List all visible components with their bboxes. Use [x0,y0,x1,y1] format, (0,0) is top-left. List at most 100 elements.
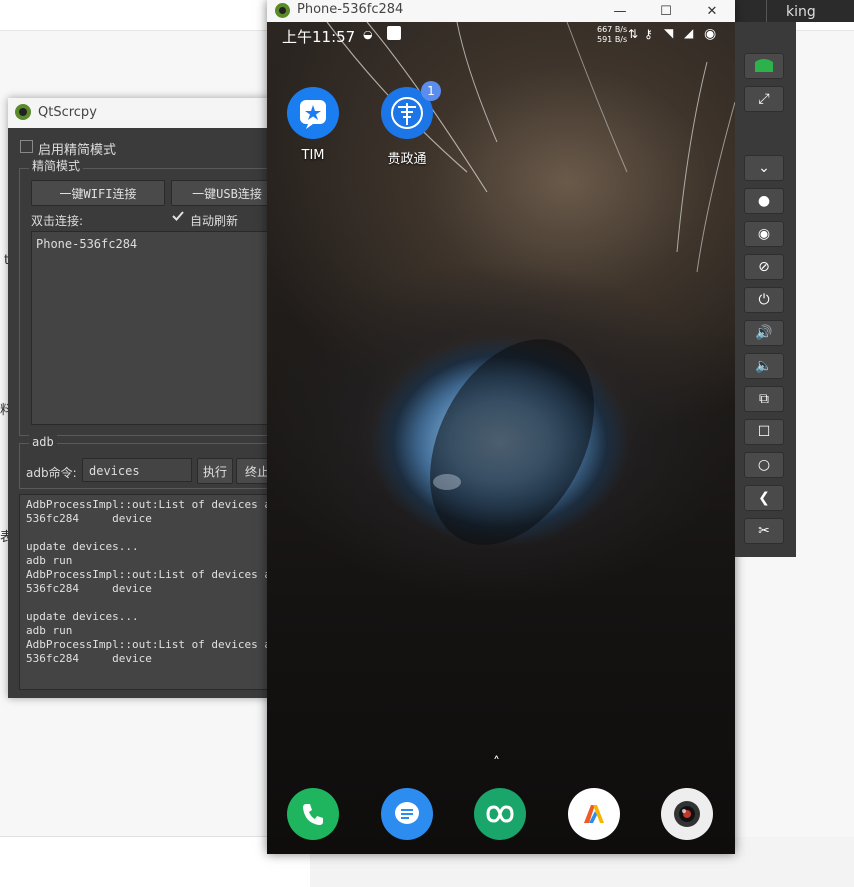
camera-icon[interactable] [661,788,713,840]
status-bar: 上午11:57 ◒ 667 B/s 591 B/s ⇅ ⚷ ◥ ◢ ◉ [267,22,735,48]
background-user-name[interactable]: king [786,4,816,20]
power-icon: ⏻ [758,292,770,308]
network-speed: 667 B/s 591 B/s [597,25,627,45]
log-line: AdbProcessImpl::out:List of devices atta… [26,638,280,651]
guizhengtong-icon: 1 [381,81,441,139]
wifi-icon: ◥ [664,26,674,40]
key-icon: ⚷ [644,27,653,41]
signal-icon: ◢ [684,26,694,40]
log-line: adb run [26,624,73,637]
home-dot-icon: ● [757,193,771,209]
home-button[interactable]: ○ [744,452,784,478]
log-line: update devices... [26,540,139,553]
phone-handset-glyph [303,804,323,825]
tim-star-glyph [300,100,326,129]
status-time: 上午11:57 [282,28,356,46]
log-line: AdbProcessImpl::out:List of devices atta… [26,498,280,511]
log-line: AdbProcessImpl::out:List of devices atta… [26,568,280,581]
notification-badge: 1 [421,81,441,101]
adb-log-output[interactable]: AdbProcessImpl::out:List of devices atta… [19,494,281,690]
adb-command-label: adb命令: [26,466,77,480]
expand-notifications-button[interactable]: ⌄ [744,155,784,181]
back-icon: ❮ [758,490,770,506]
log-line: 536fc284 device [26,512,152,525]
fullscreen-button[interactable]: ⤢ [744,86,784,112]
auto-refresh-label[interactable]: 自动刷新 [190,212,238,229]
android-logo-icon [275,3,290,18]
background-bottom-panel [0,836,310,887]
messages-icon[interactable] [381,788,433,840]
close-button[interactable]: ✕ [689,0,735,22]
switch-device-button[interactable] [744,53,784,79]
app-label: TIM [301,148,325,163]
qtscrcpy-titlebar[interactable]: QtScrcpy [8,98,270,128]
log-line: 536fc284 device [26,582,152,595]
screenshot-button[interactable]: ✂ [744,518,784,544]
device-list-item[interactable]: Phone-536fc284 [36,237,137,251]
app-switch-button[interactable]: ⧉ [744,386,784,412]
simple-mode-group-title: 精简模式 [29,157,84,174]
circle-home-icon: ○ [757,457,771,473]
expand-icon: ⌄ [758,160,770,176]
qtscrcpy-title: QtScrcpy [38,105,97,120]
phone-window-title: Phone-536fc284 [297,2,404,17]
phone-titlebar[interactable]: Phone-536fc284 — ☐ ✕ [267,0,735,22]
wifi-connect-button[interactable]: 一键WIFI连接 [31,180,165,206]
checkbox-box[interactable] [20,140,33,153]
cat-notification-icon: ◒ [363,28,373,41]
show-touches-button[interactable]: ◉ [744,221,784,247]
phone-icon[interactable] [287,788,339,840]
power-button[interactable]: ⏻ [744,287,784,313]
speed-down: 591 B/s [597,35,628,44]
switch-device-icon [755,59,773,72]
minimize-button[interactable]: — [597,0,643,22]
app-switch-icon: ⧉ [759,391,769,407]
volume-up-icon: 🔊 [755,325,773,341]
auto-refresh-check-icon[interactable] [172,210,184,222]
menu-button[interactable]: ☐ [744,419,784,445]
phone-mirror-window: Phone-536fc284 — ☐ ✕ 上午11:57 ◒ 667 B/s 5… [267,0,735,854]
volume-down-icon: 🔈 [755,358,773,374]
hide-button[interactable]: ⊘ [744,254,784,280]
fullscreen-icon: ⤢ [758,91,770,107]
infinity-link-glyph [486,805,514,823]
menu-square-icon: ☐ [757,424,771,440]
home-dot-button[interactable]: ● [744,188,784,214]
log-line: adb run [26,554,73,567]
control-toolbar: ⤢ ⌄ ● ◉ ⊘ ⏻ 🔊 🔈 ⧉ ☐ ○ ❮ ✂ [735,22,796,557]
log-line: update devices... [26,610,139,623]
screenshot-scissors-icon: ✂ [758,523,770,539]
show-touches-icon: ◉ [757,226,771,242]
maximize-button[interactable]: ☐ [643,0,689,22]
tim-icon [287,87,339,139]
simple-mode-label: 启用精简模式 [38,143,117,158]
back-button[interactable]: ❮ [744,485,784,511]
speed-up: 667 B/s [597,25,628,34]
app-label: 贵政通 [387,152,427,167]
background-separator [766,0,767,22]
store-icon[interactable] [568,788,620,840]
screenshot-notification-icon [387,26,401,40]
app-tim[interactable]: TIM [273,87,353,163]
camera-lens-glyph [674,801,700,827]
android-logo-icon [15,104,31,120]
double-click-label: 双击连接: [31,214,84,228]
qtscrcpy-window: QtScrcpy 启用精简模式 精简模式 一键WIFI连接 一键USB连接 双击… [8,98,283,698]
volume-up-button[interactable]: 🔊 [744,320,784,346]
data-arrows-icon: ⇅ [628,27,639,41]
store-glyph [584,805,604,823]
log-line: 536fc284 device [26,652,152,665]
phone-screen[interactable]: 上午11:57 ◒ 667 B/s 591 B/s ⇅ ⚷ ◥ ◢ ◉ TIM [267,22,735,854]
hide-icon: ⊘ [758,259,770,275]
fingerprint-glyph [391,97,423,129]
device-list[interactable]: Phone-536fc284 [31,231,273,425]
adb-command-input[interactable]: devices [82,458,192,482]
app-drawer-caret-icon[interactable]: ˄ [493,755,500,771]
link-app-icon[interactable] [474,788,526,840]
chat-bubble-glyph [395,802,419,824]
volume-down-button[interactable]: 🔈 [744,353,784,379]
app-guizhengtong[interactable]: 1 贵政通 [367,81,447,167]
adb-group-title: adb [29,435,57,449]
battery-ring-icon: ◉ [704,26,717,42]
execute-button[interactable]: 执行 [197,458,233,484]
